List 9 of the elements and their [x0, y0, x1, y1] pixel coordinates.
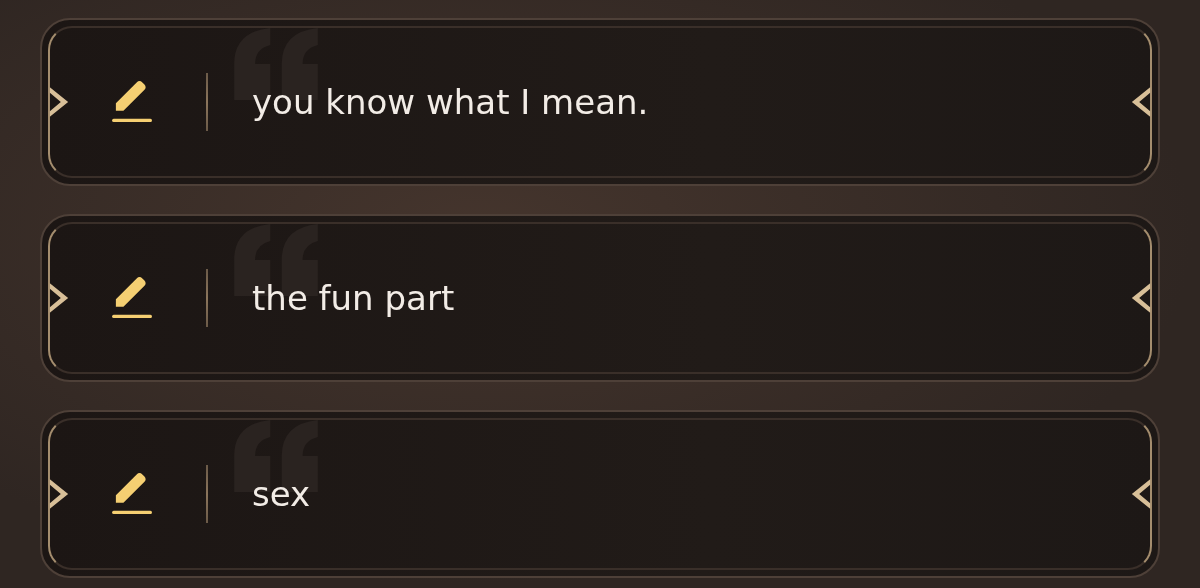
pencil-icon: [110, 81, 152, 123]
dialogue-option[interactable]: the fun part: [40, 214, 1160, 382]
pencil-icon: [110, 277, 152, 319]
option-text: the fun part: [252, 278, 455, 318]
option-text: sex: [252, 474, 311, 514]
dialogue-option[interactable]: you know what I mean.: [40, 18, 1160, 186]
pencil-icon: [110, 473, 152, 515]
dialogue-option[interactable]: sex: [40, 410, 1160, 578]
option-text: you know what I mean.: [252, 82, 649, 122]
